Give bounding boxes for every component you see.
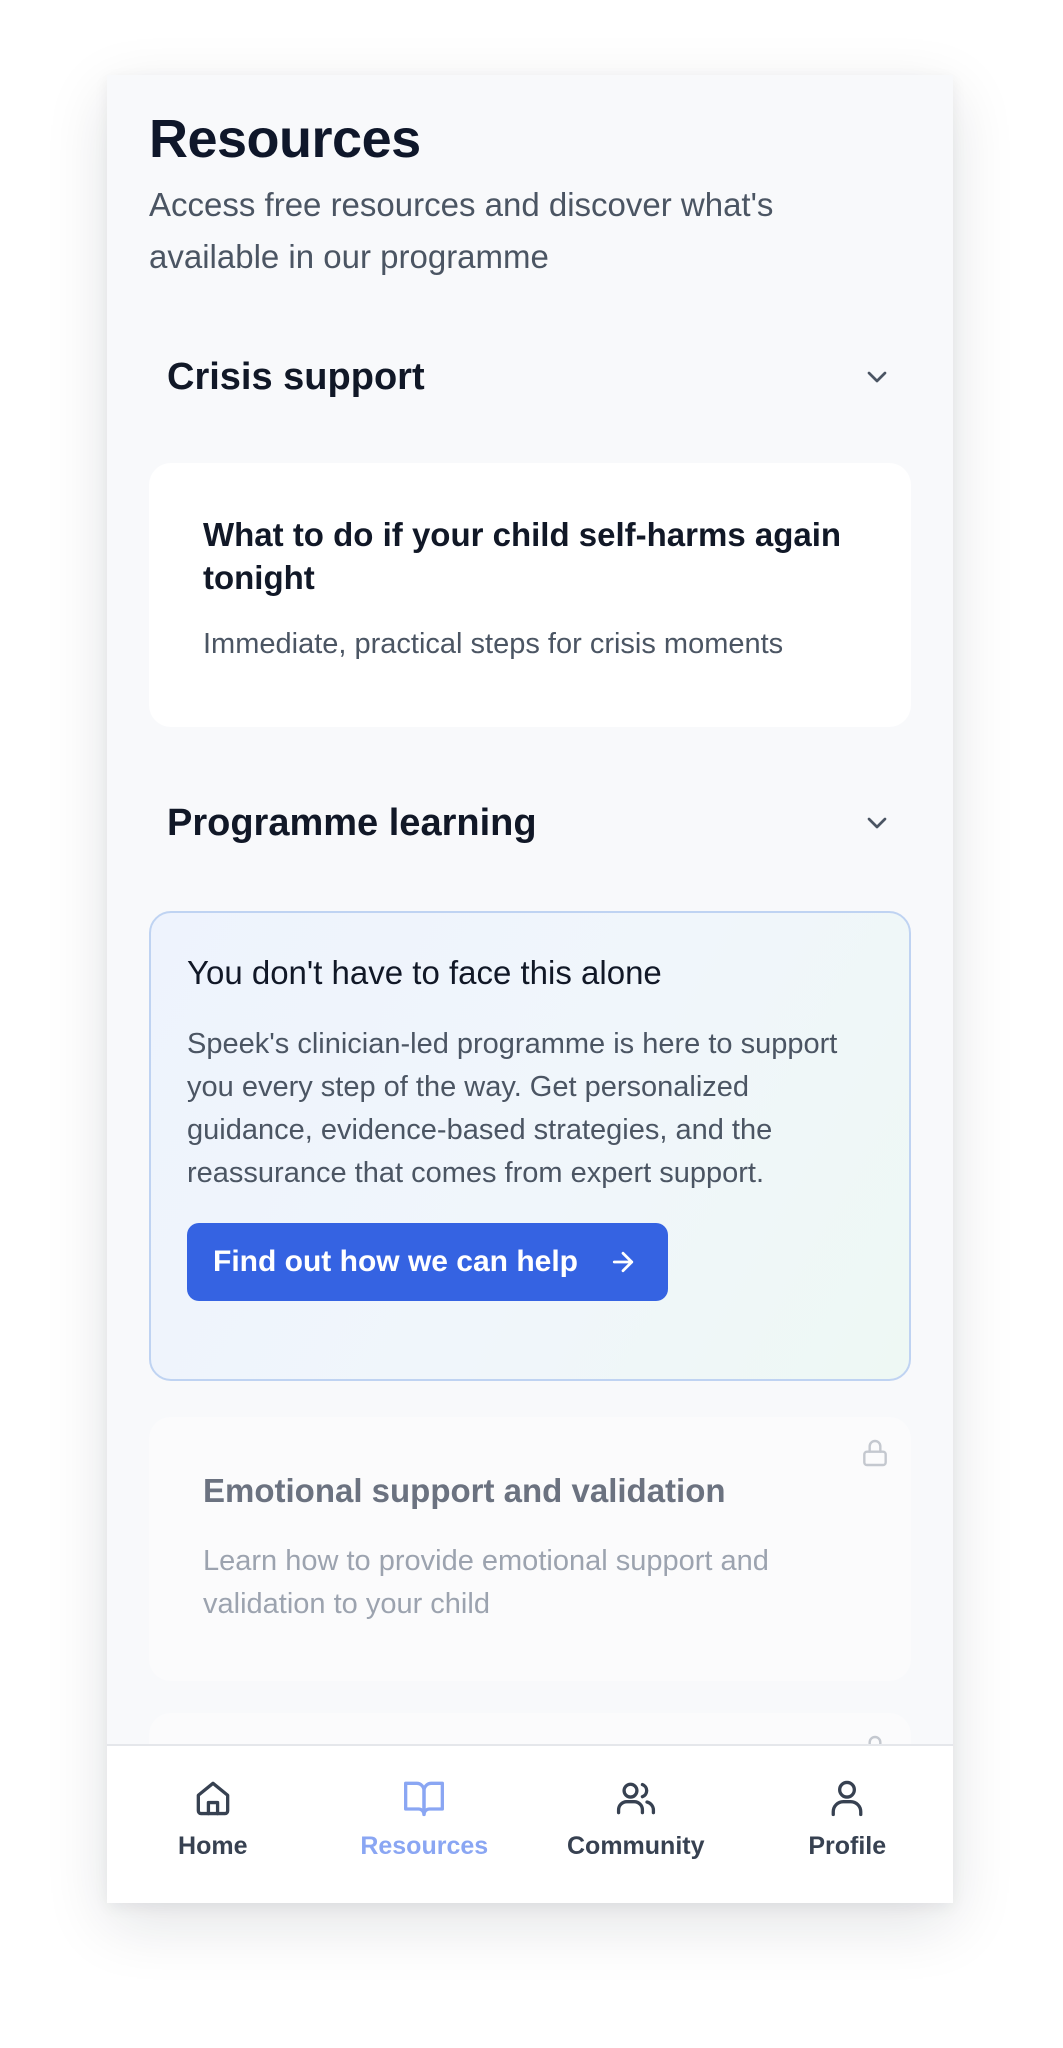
home-icon [196,1781,230,1816]
nav-item-home[interactable]: Home [107,1746,318,1903]
crisis-resource-card[interactable]: What to do if your child self-harms agai… [149,463,911,727]
nav-label: Community [567,1832,705,1860]
users-icon [616,1782,655,1815]
bottom-nav: Home Resources Community Profile [107,1744,953,1903]
card-title: What to do if your child self-harms agai… [203,516,842,596]
page-title: Resources [149,109,421,169]
promo-title: You don't have to face this alone [187,954,662,991]
lock-icon [863,1439,887,1467]
promo-body: Speek's clinician-led programme is here … [187,1028,838,1189]
user-icon [831,1780,863,1817]
section-title: Crisis support [167,355,425,398]
nav-label: Resources [360,1832,489,1860]
cta-label: Find out how we can help [213,1245,578,1278]
chevron-down-icon [867,371,887,383]
locked-module-card[interactable] [149,1713,911,1746]
main-content[interactable]: Resources Access free resources and disc… [107,75,953,1746]
section-title: Programme learning [167,801,537,844]
card-title: Emotional support and validation [203,1472,726,1509]
chevron-down-icon [867,817,887,829]
page-subtitle: Access free resources and discover what'… [149,186,774,275]
book-open-icon [404,1781,445,1817]
nav-item-community[interactable]: Community [530,1746,741,1903]
nav-label: Home [178,1832,248,1860]
card-description: Learn how to provide emotional support a… [203,1545,769,1620]
nav-item-profile[interactable]: Profile [742,1746,953,1903]
arrow-right-icon [612,1251,634,1273]
programme-learning-section-toggle[interactable]: Programme learning [167,793,893,853]
card-description: Immediate, practical steps for crisis mo… [203,628,784,660]
locked-module-card[interactable]: Emotional support and validation Learn h… [149,1417,911,1681]
find-out-how-button[interactable]: Find out how we can help [187,1223,668,1301]
nav-item-resources[interactable]: Resources [319,1746,530,1903]
app-screen: Resources Access free resources and disc… [107,75,953,1903]
crisis-support-section-toggle[interactable]: Crisis support [167,347,893,407]
nav-label: Profile [808,1832,887,1860]
programme-promo-card: You don't have to face this alone Speek'… [149,911,911,1381]
